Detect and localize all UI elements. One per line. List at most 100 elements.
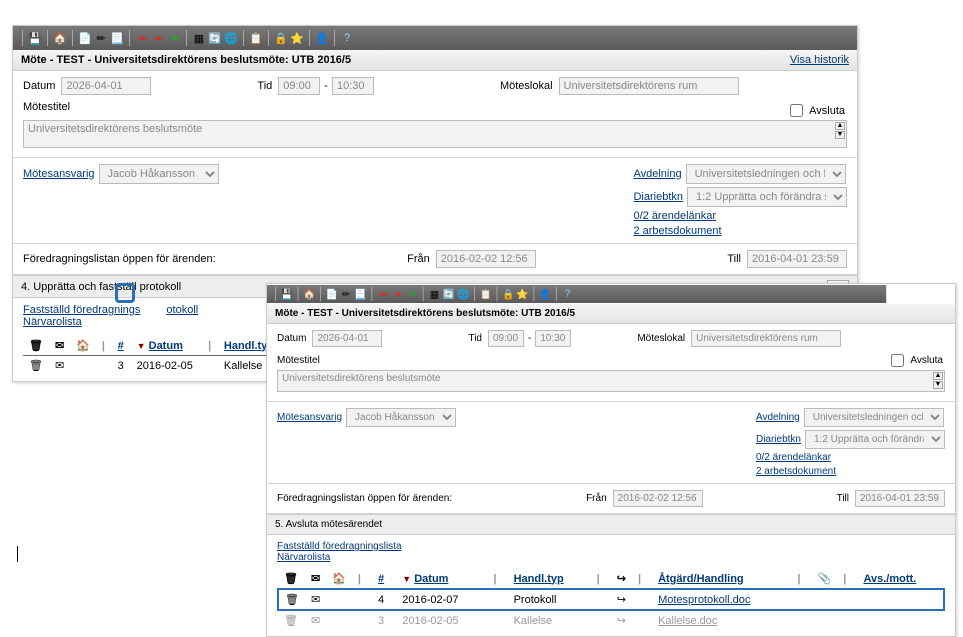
datum-input[interactable] <box>61 77 151 95</box>
grid-icon[interactable]: ▦ <box>428 288 441 301</box>
mail-icon[interactable]: ✉ <box>311 615 320 627</box>
home-icon[interactable]: 🏠 <box>53 31 67 45</box>
save-icon[interactable]: 💾 <box>281 288 294 301</box>
fwd-icon[interactable]: ➜ <box>167 31 181 45</box>
col-datum[interactable]: Datum <box>149 340 183 352</box>
avsluta-checkbox-2[interactable] <box>891 354 904 367</box>
datum-input-2[interactable] <box>312 330 382 347</box>
home-icon[interactable]: 🏠 <box>303 288 316 301</box>
star-icon[interactable]: ⭐ <box>290 31 304 45</box>
arendelankar-link[interactable]: 0/2 ärendelänkar <box>633 210 716 222</box>
reload-icon[interactable]: 🔄 <box>208 31 222 45</box>
copy-icon[interactable]: 📋 <box>479 288 492 301</box>
tid-to-input[interactable] <box>332 77 374 95</box>
diarie-select[interactable]: 1:2 Upprätta och förändra styr <box>687 187 847 207</box>
ansvarig-label[interactable]: Mötesansvarig <box>23 168 95 180</box>
undo-icon[interactable]: ⬅ <box>377 288 390 301</box>
help-icon[interactable]: ? <box>340 31 354 45</box>
grid-icon[interactable]: ▦ <box>192 31 206 45</box>
visa-historik-link[interactable]: Visa historik <box>790 54 849 66</box>
trash-icon[interactable]: 🗑 <box>284 615 298 627</box>
narvarolista-link-2[interactable]: Närvarolista <box>277 552 330 563</box>
user-icon[interactable]: 👤 <box>539 288 552 301</box>
tid-from-input[interactable] <box>278 77 320 95</box>
new-icon[interactable]: 📄 <box>78 31 92 45</box>
narvarolista-link[interactable]: Närvarolista <box>23 316 82 328</box>
house-icon[interactable]: 🏠 <box>332 573 346 585</box>
copy-icon[interactable]: 📋 <box>249 31 263 45</box>
lokal-input-2[interactable] <box>691 330 841 347</box>
atgard-link[interactable]: Motesprotokoll.doc <box>658 594 750 606</box>
titel-textarea-2[interactable]: Universitetsdirektörens beslutsmöte <box>277 370 945 392</box>
help-icon[interactable]: ? <box>561 288 574 301</box>
till-input[interactable] <box>747 250 847 268</box>
col-avs[interactable]: Avs./mott. <box>863 573 916 585</box>
protokoll-link[interactable]: otokoll <box>166 304 198 316</box>
trash-icon[interactable]: 🗑 <box>284 573 298 585</box>
table-row[interactable]: 🗑 ✉ 3 2016-02-05 Kallelse ↪ Kallelse.doc <box>278 610 944 630</box>
edit-icon[interactable]: ✏ <box>340 288 353 301</box>
diarie-label-2[interactable]: Diariebtkn <box>756 434 801 445</box>
mail-icon[interactable]: ✉ <box>311 573 320 585</box>
lock-icon[interactable]: 🔒 <box>502 288 515 301</box>
avdelning-label-2[interactable]: Avdelning <box>756 412 800 423</box>
avsluta-checkbox[interactable] <box>790 104 803 117</box>
print-icon[interactable]: 🌐 <box>224 31 238 45</box>
lokal-input[interactable] <box>559 77 739 95</box>
table-row[interactable]: 🗑 ✉ 3 2016-02-05 Kallelse <box>23 356 283 376</box>
star-icon[interactable]: ⭐ <box>516 288 529 301</box>
house-icon[interactable]: 🏠 <box>76 340 90 352</box>
trash-icon[interactable]: 🗑 <box>29 340 43 352</box>
spinner[interactable]: ▲▼ <box>835 122 845 139</box>
avdelning-select-2[interactable]: Universitetsledningen och ledn <box>804 408 944 427</box>
col-num[interactable]: # <box>118 340 124 352</box>
new-icon[interactable]: 📄 <box>326 288 339 301</box>
trash-icon[interactable]: 🗑 <box>29 360 43 372</box>
user-icon[interactable]: 👤 <box>315 31 329 45</box>
arrow-icon[interactable]: ↪ <box>617 615 626 627</box>
mail-icon[interactable]: ✉ <box>55 340 64 352</box>
undo-icon[interactable]: ⬅ <box>135 31 149 45</box>
lock-icon[interactable]: 🔒 <box>274 31 288 45</box>
sort-arrow-icon[interactable]: ▼ <box>137 341 146 351</box>
tid-to-input-2[interactable] <box>535 330 571 347</box>
avsluta-check[interactable]: Avsluta <box>786 101 845 120</box>
mail-icon[interactable]: ✉ <box>311 594 320 606</box>
attach-icon[interactable]: 📎 <box>818 573 832 585</box>
ansvarig-select-2[interactable]: Jacob Håkansson <box>346 408 456 427</box>
trash-icon[interactable]: 🗑 <box>285 594 299 606</box>
tid-from-input-2[interactable] <box>488 330 524 347</box>
arrow-icon[interactable]: ↪ <box>617 594 626 606</box>
redo-icon[interactable]: ➡ <box>391 288 404 301</box>
fwd-icon[interactable]: ➜ <box>406 288 419 301</box>
reload-icon[interactable]: 🔄 <box>443 288 456 301</box>
avdelning-select[interactable]: Universitetsledningen och ledn <box>686 164 846 184</box>
atgard-link[interactable]: Kallelse.doc <box>658 615 717 627</box>
arrow-icon[interactable]: ↪ <box>617 573 626 585</box>
doc-icon[interactable]: 📃 <box>354 288 367 301</box>
titel-textarea[interactable]: Universitetsdirektörens beslutsmöte <box>23 120 847 148</box>
doc-icon[interactable]: 📃 <box>110 31 124 45</box>
diarie-select-2[interactable]: 1:2 Upprätta och förändra styr <box>805 430 945 449</box>
spinner-2[interactable]: ▲▼ <box>933 372 943 389</box>
sort-arrow-icon[interactable]: ▼ <box>402 574 411 584</box>
redo-icon[interactable]: ➡ <box>151 31 165 45</box>
fran-input[interactable] <box>436 250 536 268</box>
col-handl-2[interactable]: Handl.typ <box>514 573 564 585</box>
faststalld-lista-link-2[interactable]: Fastställd föredragningslista <box>277 541 402 552</box>
ansvarig-label-2[interactable]: Mötesansvarig <box>277 412 342 423</box>
print-icon[interactable]: 🌐 <box>457 288 470 301</box>
col-num-2[interactable]: # <box>378 573 384 585</box>
fran-input-2[interactable] <box>613 490 703 507</box>
ansvarig-select[interactable]: Jacob Håkansson <box>99 164 219 184</box>
save-icon[interactable]: 💾 <box>28 31 42 45</box>
arbetsdokument-link[interactable]: 2 arbetsdokument <box>633 225 721 237</box>
edit-icon[interactable]: ✏ <box>94 31 108 45</box>
table-row-highlighted[interactable]: 🗑 ✉ 4 2016-02-07 Protokoll ↪ Motesprotok… <box>278 589 944 610</box>
arbetsdokument-link-2[interactable]: 2 arbetsdokument <box>756 466 836 477</box>
diarie-label[interactable]: Diariebtkn <box>633 191 683 203</box>
col-datum-2[interactable]: Datum <box>414 573 448 585</box>
arendelankar-link-2[interactable]: 0/2 ärendelänkar <box>756 452 831 463</box>
avdelning-label[interactable]: Avdelning <box>633 168 681 180</box>
till-input-2[interactable] <box>855 490 945 507</box>
